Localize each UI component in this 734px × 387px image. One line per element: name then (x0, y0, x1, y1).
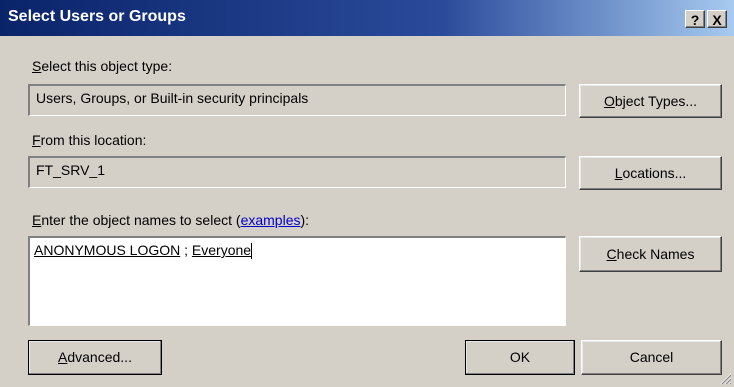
examples-link[interactable]: examples (241, 212, 301, 228)
locations-button-accel: L (614, 165, 623, 181)
object-types-button[interactable]: Object Types... (579, 84, 722, 118)
location-label: From this location: (32, 132, 146, 148)
advanced-button-text: dvanced... (67, 349, 132, 365)
check-names-button-accel: C (606, 246, 617, 262)
object-names-input[interactable]: ANONYMOUS LOGON ; Everyone (28, 236, 566, 326)
advanced-button-label: Advanced... (58, 341, 132, 374)
check-names-button-text: heck Names (616, 246, 695, 262)
object-types-button-text: bject Types... (614, 93, 698, 109)
select-users-dialog: Select Users or Groups ? X Select this o… (0, 0, 734, 387)
object-names-label: Enter the object names to select (exampl… (32, 212, 309, 228)
location-field: FT_SRV_1 (28, 156, 566, 188)
locations-button-text: ocations... (622, 165, 687, 181)
resize-grip-icon[interactable] (720, 373, 732, 385)
text-cursor (251, 243, 253, 260)
check-names-button-label: Check Names (607, 237, 695, 271)
help-button[interactable]: ? (685, 10, 705, 28)
window-title: Select Users or Groups (8, 8, 186, 25)
locations-button[interactable]: Locations... (579, 156, 722, 190)
close-button[interactable]: X (707, 10, 727, 28)
object-type-label-accel: S (32, 58, 42, 74)
object-name-separator: ; (180, 242, 192, 258)
ok-button[interactable]: OK (465, 340, 575, 375)
check-names-button[interactable]: Check Names (579, 236, 722, 272)
object-names-label-end: ): (300, 212, 310, 228)
object-types-button-label: Object Types... (604, 85, 697, 117)
location-value: FT_SRV_1 (36, 162, 105, 178)
object-type-field: Users, Groups, or Built-in security prin… (28, 84, 566, 116)
location-label-accel: F (32, 132, 41, 148)
object-type-label: Select this object type: (32, 58, 172, 74)
object-type-label-text: elect this object type: (41, 58, 173, 74)
object-types-button-accel: O (603, 93, 615, 109)
location-label-text: rom this location: (40, 132, 147, 148)
object-type-value: Users, Groups, or Built-in security prin… (36, 90, 309, 106)
advanced-button-accel: A (58, 349, 68, 365)
object-name-entry[interactable]: Everyone (192, 242, 251, 258)
object-name-entry[interactable]: ANONYMOUS LOGON (34, 242, 180, 258)
object-names-label-accel: E (32, 212, 42, 228)
cancel-button[interactable]: Cancel (581, 340, 722, 375)
title-bar[interactable]: Select Users or Groups ? X (0, 0, 734, 36)
advanced-button[interactable]: Advanced... (28, 340, 162, 375)
locations-button-label: Locations... (615, 157, 687, 189)
object-names-label-text: nter the object names to select ( (41, 212, 241, 228)
